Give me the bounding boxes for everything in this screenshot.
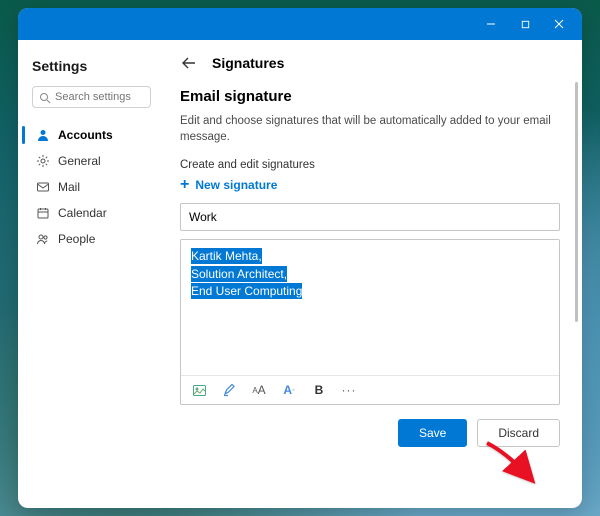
main-panel: Signatures Email signature Edit and choo… <box>162 40 582 508</box>
email-signature-section: Email signature Edit and choose signatur… <box>180 88 560 447</box>
signature-name-input[interactable] <box>180 203 560 231</box>
person-icon <box>36 128 50 142</box>
bold-icon[interactable]: B <box>311 382 327 398</box>
sidebar-item-label: Calendar <box>58 206 107 220</box>
sidebar-item-label: People <box>58 232 95 246</box>
search-icon <box>39 91 51 103</box>
search-settings-input[interactable] <box>32 86 151 108</box>
signature-line: Solution Architect, <box>191 266 287 282</box>
section-subhead: Create and edit signatures <box>180 159 560 171</box>
close-button[interactable] <box>542 8 576 40</box>
sidebar-item-people[interactable]: People <box>32 226 151 252</box>
sidebar: Settings Accounts Genera <box>18 40 162 508</box>
titlebar <box>18 8 582 40</box>
sidebar-item-label: Mail <box>58 180 80 194</box>
editor-toolbar: AA A◦ B ··· <box>181 375 559 404</box>
signature-editor: Kartik Mehta, Solution Architect, End Us… <box>180 239 560 405</box>
back-button[interactable] <box>180 54 198 72</box>
more-icon[interactable]: ··· <box>341 382 357 398</box>
calendar-icon <box>36 206 50 220</box>
plus-icon: + <box>180 177 189 193</box>
sidebar-title: Settings <box>32 58 151 74</box>
maximize-button[interactable] <box>508 8 542 40</box>
section-description: Edit and choose signatures that will be … <box>180 113 560 145</box>
people-icon <box>36 232 50 246</box>
section-title: Email signature <box>180 88 560 105</box>
sidebar-item-accounts[interactable]: Accounts <box>32 122 151 148</box>
search-settings-field[interactable] <box>55 91 144 103</box>
sidebar-nav: Accounts General Mail <box>32 122 151 252</box>
font-size-icon[interactable]: AA <box>251 382 267 398</box>
breadcrumb: Signatures <box>212 55 284 71</box>
footer-buttons: Save Discard <box>180 419 560 447</box>
sidebar-item-mail[interactable]: Mail <box>32 174 151 200</box>
gear-icon <box>36 154 50 168</box>
save-button[interactable]: Save <box>398 419 467 447</box>
settings-window: Settings Accounts Genera <box>18 8 582 508</box>
scrollbar[interactable] <box>575 82 578 322</box>
sidebar-item-label: General <box>58 154 101 168</box>
signature-line: Kartik Mehta, <box>191 248 262 264</box>
font-color-icon[interactable]: A◦ <box>281 382 297 398</box>
sidebar-item-general[interactable]: General <box>32 148 151 174</box>
discard-button[interactable]: Discard <box>477 419 560 447</box>
insert-image-icon[interactable] <box>191 382 207 398</box>
signature-line: End User Computing <box>191 283 302 299</box>
highlight-icon[interactable] <box>221 382 237 398</box>
new-signature-label: New signature <box>195 178 277 192</box>
new-signature-button[interactable]: + New signature <box>180 177 560 193</box>
sidebar-item-label: Accounts <box>58 128 113 142</box>
mail-icon <box>36 180 50 194</box>
sidebar-item-calendar[interactable]: Calendar <box>32 200 151 226</box>
minimize-button[interactable] <box>474 8 508 40</box>
signature-body[interactable]: Kartik Mehta, Solution Architect, End Us… <box>181 240 559 375</box>
main-header: Signatures <box>180 54 560 72</box>
